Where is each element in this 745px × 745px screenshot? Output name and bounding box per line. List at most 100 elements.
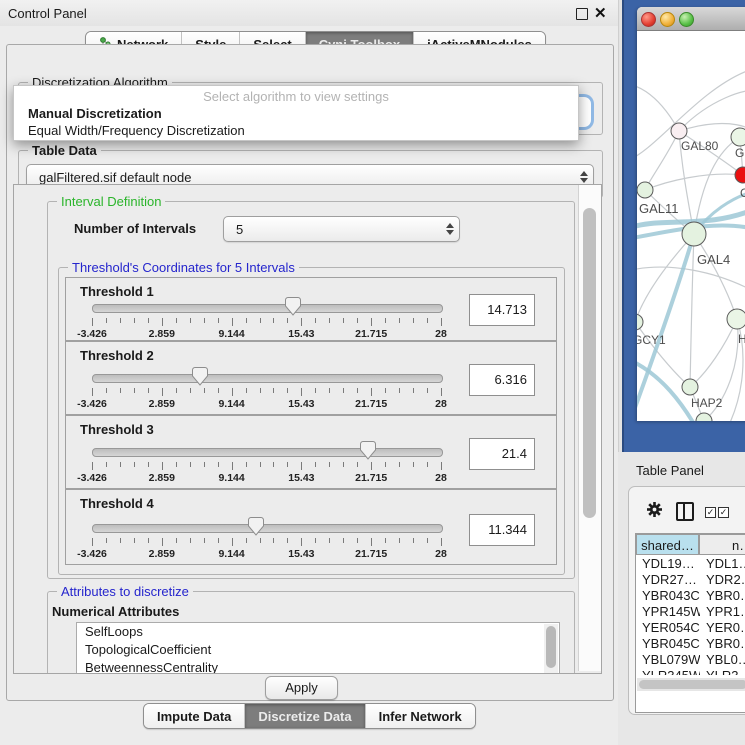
tick-mark <box>218 388 219 393</box>
horizontal-scrollbar[interactable] <box>637 678 745 691</box>
dropdown-option-equal-width[interactable]: Equal Width/Frequency Discretization <box>14 123 578 138</box>
network-node[interactable] <box>682 379 698 395</box>
minimize-traffic-light-icon[interactable] <box>660 12 675 27</box>
table-cell[interactable]: YDL19… <box>636 556 700 572</box>
threshold-1-slider[interactable]: -3.4262.8599.14415.4321.71528 <box>92 300 441 340</box>
tick-label: 21.715 <box>341 328 401 340</box>
threshold-3-slider[interactable]: -3.4262.8599.14415.4321.71528 <box>92 444 441 484</box>
table-row[interactable]: YBL079WYBL0… <box>636 652 745 668</box>
scrollbar-thumb[interactable] <box>583 208 596 518</box>
slider-thumb[interactable] <box>192 367 208 386</box>
network-canvas[interactable]: GAL80GCGAL11GAL4GCY1HHAP2 <box>637 31 745 421</box>
zoom-traffic-light-icon[interactable] <box>679 12 694 27</box>
table-cell[interactable]: YBR043C <box>636 588 700 604</box>
tick-label: 21.715 <box>341 398 401 410</box>
attribute-list-item[interactable]: SelfLoops <box>77 623 559 641</box>
slider-track[interactable] <box>92 524 443 533</box>
table-row[interactable]: YLR345WYLR3… <box>636 668 745 675</box>
table-row[interactable]: YER054CYER0… <box>636 620 745 636</box>
dropdown-option-manual[interactable]: Manual Discretization <box>14 106 578 121</box>
stepper-icon[interactable] <box>575 171 593 183</box>
tab-impute-data[interactable]: Impute Data <box>144 704 245 728</box>
slider-thumb[interactable] <box>360 441 376 460</box>
table-cell[interactable]: YER0… <box>700 620 745 636</box>
table-cell[interactable]: YBR0… <box>700 588 745 604</box>
tick-label: 28 <box>411 548 471 560</box>
slider-track[interactable] <box>92 448 443 457</box>
table-cell[interactable]: YER054C <box>636 620 700 636</box>
table-cell[interactable]: YLR345W <box>636 668 700 675</box>
group-title: Table Data <box>28 143 101 158</box>
list-scrollbar[interactable] <box>544 624 558 674</box>
float-window-icon[interactable] <box>576 8 588 20</box>
table-row[interactable]: YDL19…YDL1… <box>636 556 745 572</box>
table-cell[interactable]: YLR3… <box>700 668 745 675</box>
tick-mark <box>260 318 261 323</box>
close-icon[interactable]: ✕ <box>594 4 607 22</box>
table-row[interactable]: YBR045CYBR0… <box>636 636 745 652</box>
table-cell[interactable]: YBL079W <box>636 652 700 668</box>
tick-mark <box>441 388 442 396</box>
threshold-value-field[interactable]: 6.316 <box>469 364 535 396</box>
network-node[interactable] <box>727 309 745 329</box>
tick-mark <box>343 538 344 543</box>
network-node[interactable] <box>731 128 745 146</box>
tick-mark <box>232 538 233 546</box>
table-row[interactable]: YBR043CYBR0… <box>636 588 745 604</box>
table-cell[interactable]: YPR1… <box>700 604 745 620</box>
slider-thumb[interactable] <box>248 517 264 536</box>
table-cell[interactable]: YBR0… <box>700 636 745 652</box>
number-of-intervals-combobox[interactable]: 5 <box>223 216 460 242</box>
apply-button[interactable]: Apply <box>265 676 338 700</box>
network-node[interactable] <box>735 167 745 183</box>
checkbox-icon[interactable]: ✓ <box>718 507 729 518</box>
numerical-attributes-list[interactable]: SelfLoopsTopologicalCoefficientBetweenne… <box>76 622 560 674</box>
tick-mark <box>301 318 302 326</box>
network-node[interactable] <box>637 314 643 330</box>
table-cell[interactable]: YBR045C <box>636 636 700 652</box>
table-cell[interactable]: YDR27… <box>636 572 700 588</box>
table-cell[interactable]: YPR145W <box>636 604 700 620</box>
node-label: G <box>735 146 744 160</box>
tick-label: 28 <box>411 398 471 410</box>
split-columns-icon[interactable] <box>676 502 694 521</box>
threshold-value-field[interactable]: 14.713 <box>469 294 535 326</box>
threshold-value-field[interactable]: 21.4 <box>469 438 535 470</box>
network-node[interactable] <box>671 123 687 139</box>
slider-track[interactable] <box>92 304 443 313</box>
close-traffic-light-icon[interactable] <box>641 12 656 27</box>
tab-discretize-data[interactable]: Discretize Data <box>245 704 365 728</box>
tick-mark <box>120 388 121 393</box>
slider-thumb[interactable] <box>285 297 301 316</box>
vertical-scrollbar[interactable] <box>578 185 601 671</box>
network-window-titlebar[interactable] <box>637 7 745 31</box>
threshold-value-field[interactable]: 11.344 <box>469 514 535 546</box>
network-node[interactable] <box>696 413 712 421</box>
tick-mark <box>315 462 316 467</box>
tick-mark <box>134 318 135 323</box>
table-cell[interactable]: YDR2… <box>700 572 745 588</box>
network-node[interactable] <box>637 182 653 198</box>
threshold-2-slider[interactable]: -3.4262.8599.14415.4321.71528 <box>92 370 441 410</box>
table-cell[interactable]: YDL1… <box>700 556 745 572</box>
tick-mark <box>315 538 316 543</box>
checkbox-icon[interactable]: ✓ <box>705 507 716 518</box>
attribute-list-item[interactable]: BetweennessCentrality <box>77 659 559 674</box>
tick-mark <box>273 318 274 323</box>
column-header-shared-name[interactable]: shared… <box>636 534 699 555</box>
table-row[interactable]: YPR145WYPR1… <box>636 604 745 620</box>
slider-track[interactable] <box>92 374 443 383</box>
stepper-icon[interactable] <box>441 223 459 235</box>
attribute-list-item[interactable]: TopologicalCoefficient <box>77 641 559 659</box>
tick-mark <box>106 462 107 467</box>
table-cell[interactable]: YBL0… <box>700 652 745 668</box>
gear-icon[interactable] <box>646 501 663 518</box>
tab-infer-network[interactable]: Infer Network <box>366 704 475 728</box>
tick-mark <box>92 318 93 326</box>
network-node[interactable] <box>682 222 706 246</box>
column-header-name[interactable]: n… <box>699 534 745 555</box>
tick-mark <box>190 538 191 543</box>
threshold-4-slider[interactable]: -3.4262.8599.14415.4321.71528 <box>92 520 441 560</box>
tick-mark <box>218 462 219 467</box>
table-row[interactable]: YDR27…YDR2… <box>636 572 745 588</box>
